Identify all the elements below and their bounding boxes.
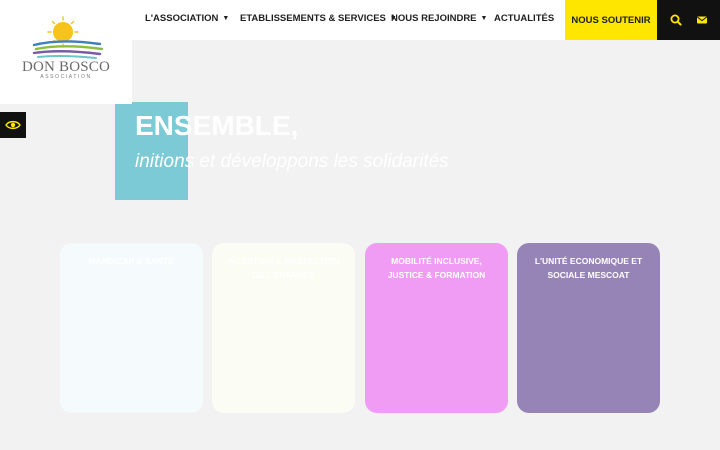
card-label: MOBILITÉ INCLUSIVE, JUSTICE & FORMATION [387,256,486,280]
envelope-icon[interactable] [695,13,709,27]
card-mobilite-inclusive[interactable]: MOBILITÉ INCLUSIVE, JUSTICE & FORMATION [365,243,508,413]
nav-item-label: NOUS REJOINDRE [391,13,477,24]
logo[interactable]: DON BOSCO ASSOCIATION [0,0,132,104]
nav-item-label: L'ASSOCIATION [145,13,219,24]
chevron-down-icon: ▼ [480,15,488,22]
nav-item-rejoindre[interactable]: NOUS REJOINDRE ▼ [391,13,487,27]
logo-sun-icon [32,16,104,59]
header-icon-bar [657,0,720,40]
card-label: L'UNITÉ ECONOMIQUE ET SOCIALE MESCOAT [534,256,643,280]
chevron-down-icon: ▼ [222,15,230,22]
card-label: HANDICAP & SANTÉ [89,256,174,266]
eye-icon [5,120,21,130]
hero-subtitle: initions et développons les solidarités [135,151,449,172]
card-handicap-sante[interactable]: HANDICAP & SANTÉ [60,243,203,413]
card-label: INSERTION & PROTECTION DE L'ENFANCE [227,256,340,280]
nav-item-actualites[interactable]: ACTUALITÉS [494,13,554,27]
card-insertion-protection[interactable]: INSERTION & PROTECTION DE L'ENFANCE [212,243,355,413]
nav-item-label: ACTUALITÉS [494,13,555,24]
support-button[interactable]: NOUS SOUTENIR [565,0,657,40]
logo-subtitle: ASSOCIATION [40,74,92,80]
card-ues-mescoat[interactable]: L'UNITÉ ECONOMIQUE ET SOCIALE MESCOAT [517,243,660,413]
nav-item-association[interactable]: L'ASSOCIATION ▼ [145,13,229,27]
nav-item-label: ETABLISSEMENTS & SERVICES [240,13,386,24]
accessibility-button[interactable] [0,112,26,138]
hero-title: ENSEMBLE, [135,110,299,141]
nav-item-etablissements[interactable]: ETABLISSEMENTS & SERVICES ▼ [240,13,397,27]
search-icon[interactable] [669,13,683,27]
